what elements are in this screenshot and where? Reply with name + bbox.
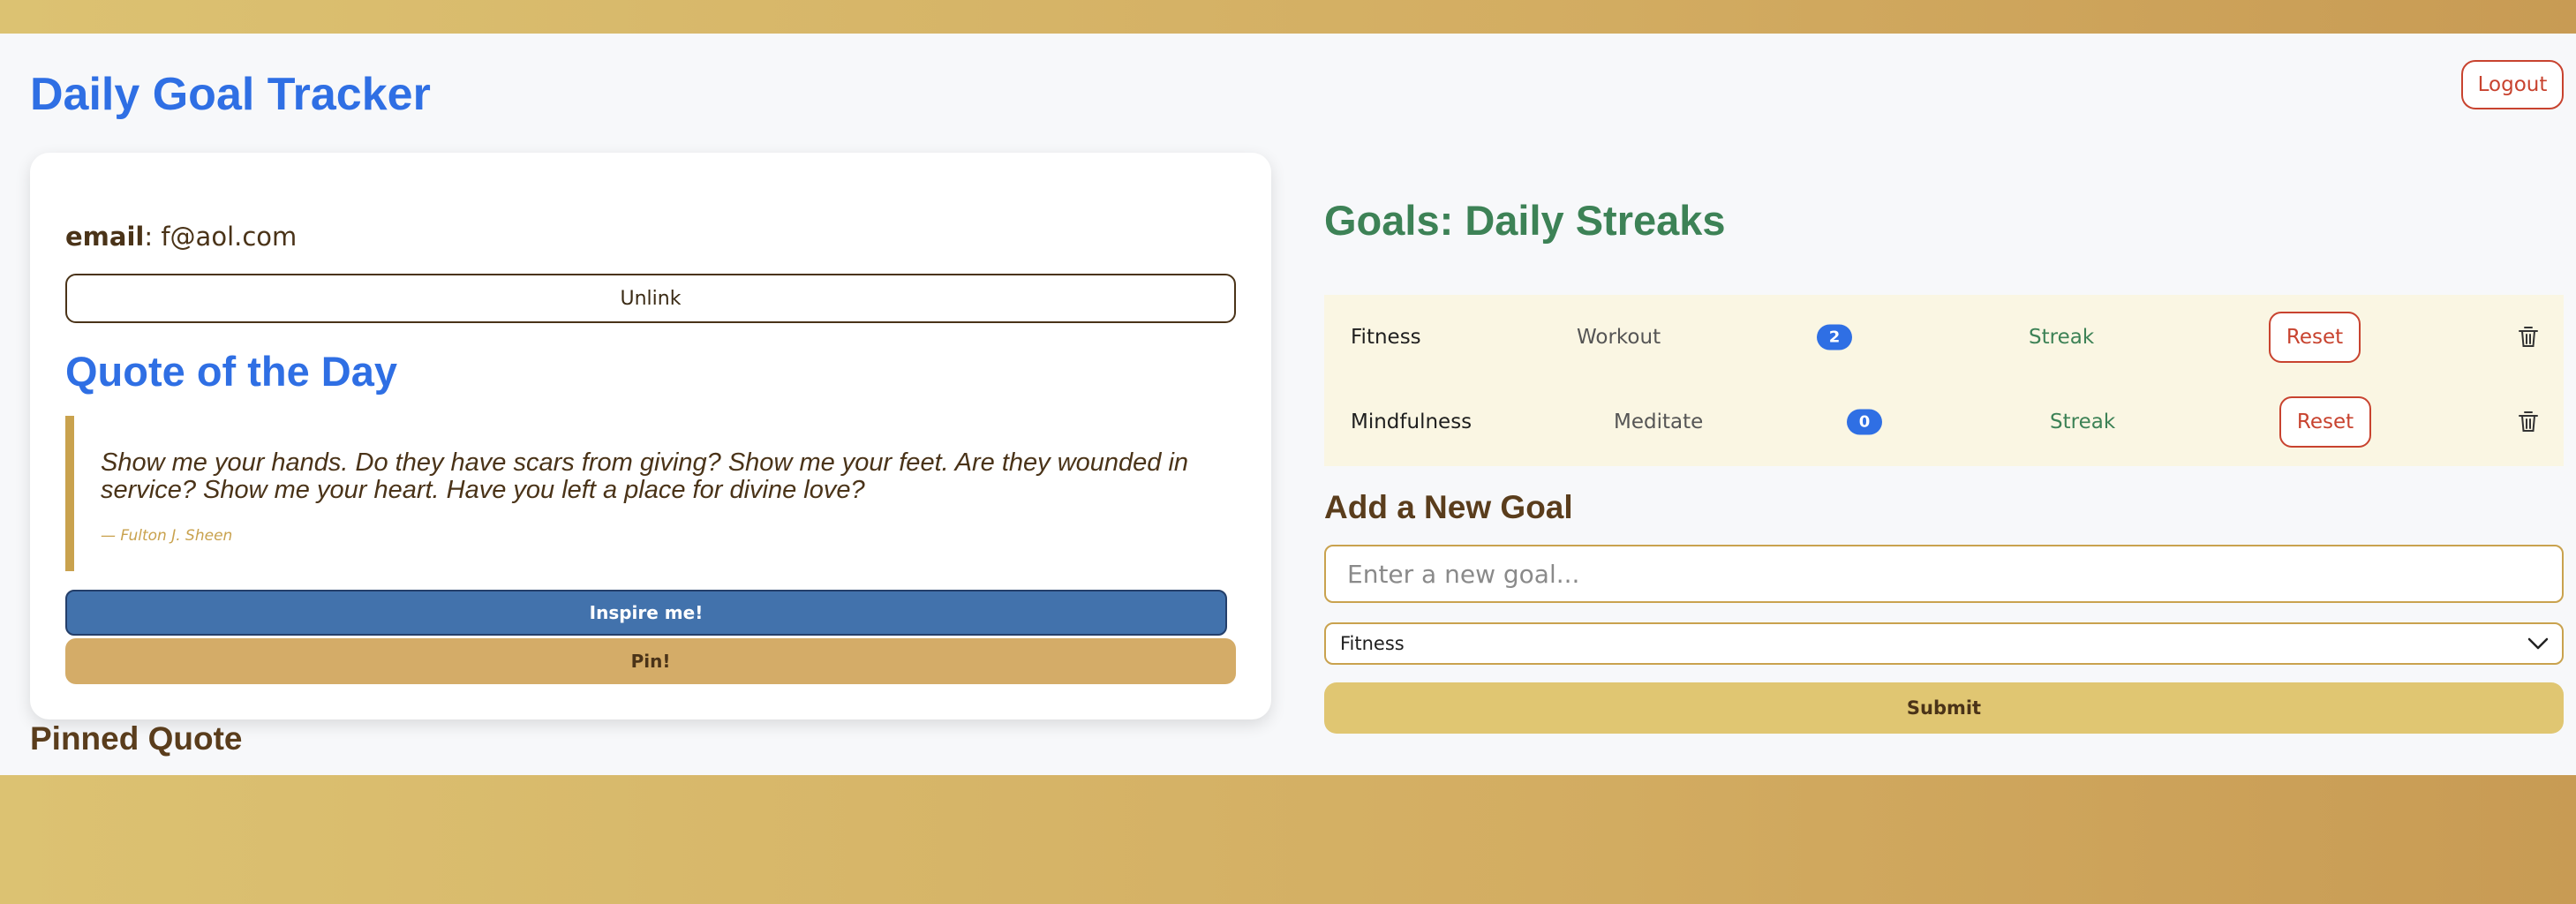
category-select[interactable]: Fitness xyxy=(1324,622,2564,665)
app-page: Daily Goal Tracker Logout email: f@aol.c… xyxy=(0,34,2576,775)
quote-of-the-day-title: Quote of the Day xyxy=(65,348,398,395)
goals-list: Fitness Workout 2 Streak Reset Mindfulne… xyxy=(1324,295,2564,466)
new-goal-input[interactable] xyxy=(1324,545,2564,603)
streak-count-badge: 2 xyxy=(1817,324,1852,350)
logout-button[interactable]: Logout xyxy=(2461,60,2564,109)
streak-count-badge: 0 xyxy=(1847,409,1882,435)
reset-button[interactable]: Reset xyxy=(2269,312,2361,363)
chevron-down-icon xyxy=(2527,637,2549,650)
goal-category: Mindfulness xyxy=(1351,411,1473,433)
goal-name: Workout xyxy=(1577,326,1661,349)
pinned-quote-title: Pinned Quote xyxy=(30,720,243,757)
email-line: email: f@aol.com xyxy=(65,222,298,252)
reset-button[interactable]: Reset xyxy=(2279,396,2371,448)
trash-icon[interactable] xyxy=(2518,326,2539,349)
goal-streak-label: Streak xyxy=(2029,326,2095,349)
goals-title: Goals: Daily Streaks xyxy=(1324,197,1726,244)
trash-icon[interactable] xyxy=(2518,411,2539,433)
app-title: Daily Goal Tracker xyxy=(30,69,431,120)
email-label: email xyxy=(65,222,145,252)
quote-card: email: f@aol.com Unlink Quote of the Day… xyxy=(30,153,1271,719)
goal-row: Mindfulness Meditate 0 Streak Reset xyxy=(1324,380,2564,464)
unlink-button[interactable]: Unlink xyxy=(65,274,1236,323)
email-value: f@aol.com xyxy=(161,222,298,252)
goal-category: Fitness xyxy=(1351,326,1421,349)
submit-button[interactable]: Submit xyxy=(1324,682,2564,734)
add-goal-title: Add a New Goal xyxy=(1324,489,1573,525)
quote-author: — Fulton J. Sheen xyxy=(101,527,233,545)
goal-streak-label: Streak xyxy=(2050,411,2116,433)
pin-button[interactable]: Pin! xyxy=(65,638,1236,684)
inspire-me-button[interactable]: Inspire me! xyxy=(65,590,1227,636)
goal-row: Fitness Workout 2 Streak Reset xyxy=(1324,295,2564,380)
category-select-value: Fitness xyxy=(1340,633,1405,654)
quote-blockquote: Show me your hands. Do they have scars f… xyxy=(65,416,1231,571)
goal-name: Meditate xyxy=(1614,411,1704,433)
quote-text: Show me your hands. Do they have scars f… xyxy=(101,448,1189,504)
